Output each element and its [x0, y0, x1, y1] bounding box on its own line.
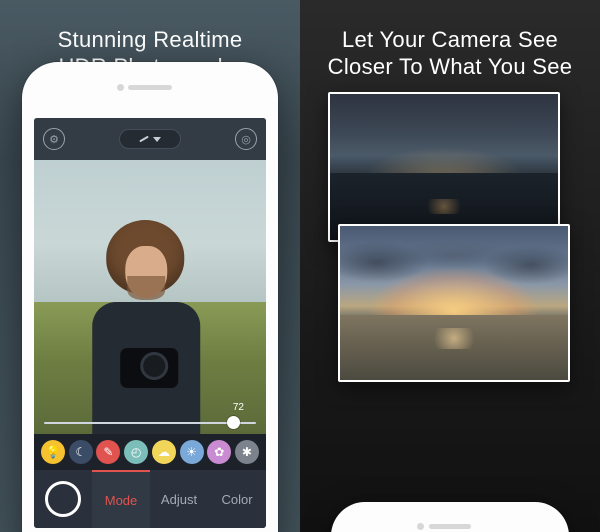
app-screen: ⚙ ◎ — [34, 118, 266, 528]
tab-color[interactable]: Color — [208, 470, 266, 528]
phone-front-camera — [117, 84, 124, 91]
preset-moon[interactable]: ☾ — [69, 440, 93, 464]
headline-line: Stunning Realtime — [14, 26, 286, 53]
slider-value: 72 — [233, 402, 244, 413]
photo-after — [338, 224, 570, 382]
clock-icon: ◴ — [131, 445, 141, 459]
brush-icon: ✎ — [103, 445, 113, 459]
comparison-stack — [328, 92, 572, 472]
lens-toggle-button[interactable]: ◎ — [235, 128, 257, 150]
right-headline: Let Your Camera See Closer To What You S… — [300, 0, 600, 92]
brush-icon — [139, 136, 149, 143]
shutter-button[interactable] — [34, 470, 92, 528]
preset-leaf[interactable]: ✿ — [207, 440, 231, 464]
preset-dots-row: 💡 ☾ ✎ ◴ ☁ ☀ ✿ ✱ — [34, 434, 266, 470]
tab-mode[interactable]: Mode — [92, 470, 150, 528]
preset-brush[interactable]: ✎ — [96, 440, 120, 464]
exposure-slider-row: 72 — [34, 402, 266, 434]
tab-adjust[interactable]: Adjust — [150, 470, 208, 528]
headline-line: Let Your Camera See — [314, 26, 586, 53]
phone-front-camera — [417, 523, 424, 530]
preset-aperture[interactable]: ✱ — [235, 440, 259, 464]
camera-viewfinder[interactable] — [34, 160, 266, 434]
bottom-tabs: Mode Adjust Color — [34, 470, 266, 528]
phone-mockup: ⚙ ◎ — [22, 62, 278, 532]
headline-line: Closer To What You See — [314, 53, 586, 80]
phone-speaker — [128, 85, 172, 90]
bulb-icon: 💡 — [46, 445, 61, 459]
exposure-slider[interactable] — [44, 422, 256, 424]
preset-bulb[interactable]: 💡 — [41, 440, 65, 464]
settings-button[interactable]: ⚙ — [43, 128, 65, 150]
leaf-icon: ✿ — [214, 445, 224, 459]
preset-sun[interactable]: ☀ — [180, 440, 204, 464]
tab-label: Color — [221, 492, 252, 507]
preset-cloud[interactable]: ☁ — [152, 440, 176, 464]
phone-mockup-secondary — [331, 502, 569, 532]
lens-icon: ◎ — [241, 133, 251, 146]
promo-stage: Stunning Realtime HDR Photography ⚙ ◎ — [0, 0, 600, 532]
shutter-ring-icon — [45, 481, 81, 517]
cloud-icon: ☁ — [158, 445, 170, 459]
brush-dropdown[interactable] — [119, 129, 181, 149]
slider-knob[interactable] — [227, 416, 240, 429]
phone-speaker — [429, 524, 471, 529]
gear-icon: ⚙ — [49, 133, 59, 146]
app-topbar: ⚙ ◎ — [34, 118, 266, 160]
aperture-icon: ✱ — [242, 445, 252, 459]
left-panel: Stunning Realtime HDR Photography ⚙ ◎ — [0, 0, 300, 532]
preset-clock[interactable]: ◴ — [124, 440, 148, 464]
chevron-down-icon — [153, 137, 161, 142]
sun-icon: ☀ — [186, 445, 197, 459]
right-panel: Let Your Camera See Closer To What You S… — [300, 0, 600, 532]
tab-label: Mode — [105, 493, 138, 508]
moon-icon: ☾ — [75, 445, 86, 459]
photo-before — [328, 92, 560, 242]
tab-label: Adjust — [161, 492, 197, 507]
